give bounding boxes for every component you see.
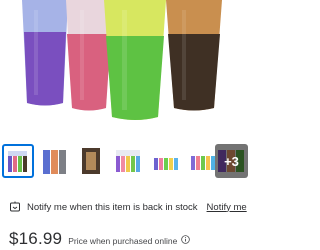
stock-alert-row: Notify me when this item is back in stoc…	[9, 199, 247, 215]
price-note: Price when purchased online	[68, 236, 178, 246]
thumbnail-3[interactable]	[76, 144, 108, 178]
thumbnail-1[interactable]	[2, 144, 34, 178]
thumbnail-strip: +3	[0, 144, 250, 180]
more-images-count: +3	[215, 144, 248, 178]
product-price: $16.99	[9, 229, 63, 248]
thumbnail-5[interactable]	[151, 144, 183, 178]
price-row: $16.99 Price when purchased online	[9, 229, 191, 249]
thumbnail-2[interactable]	[39, 144, 71, 178]
stock-alert-text: Notify me when this item is back in stoc…	[27, 201, 198, 213]
thumbnail-more[interactable]: +3	[215, 144, 248, 178]
product-hero-image[interactable]	[0, 0, 250, 135]
thumbnail-4[interactable]	[113, 144, 145, 178]
info-icon[interactable]	[181, 235, 191, 244]
notify-me-link[interactable]: Notify me	[207, 202, 247, 213]
bell-icon	[10, 201, 20, 212]
color-changing-tumblers-illustration	[22, 0, 222, 120]
